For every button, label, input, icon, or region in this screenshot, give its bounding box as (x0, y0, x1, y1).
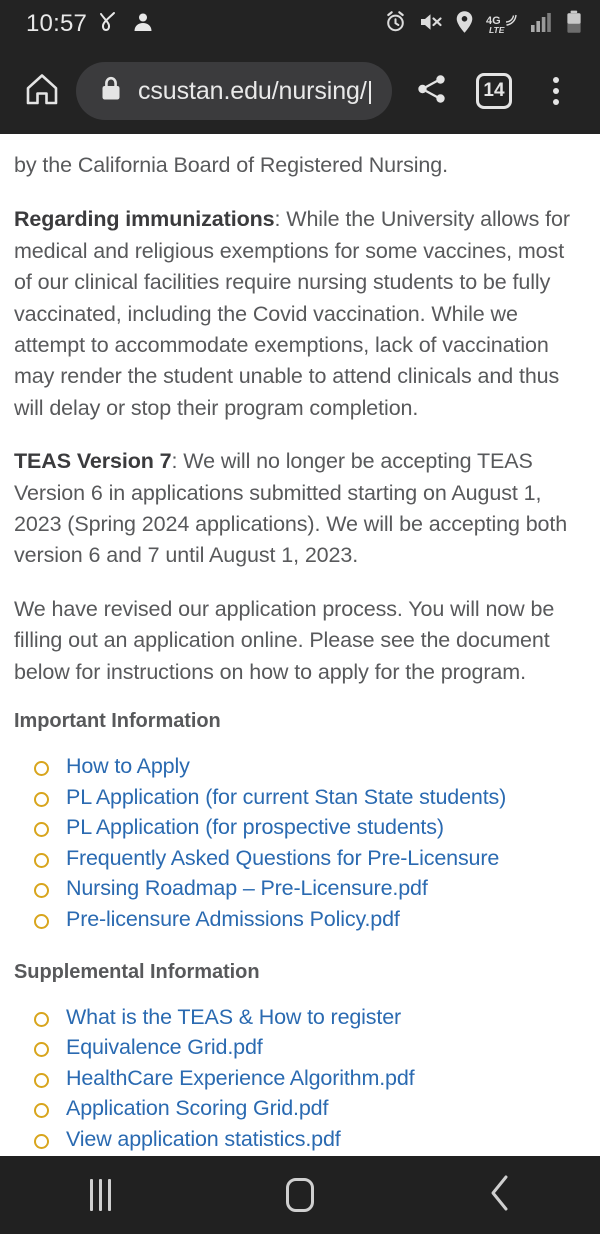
home-button[interactable] (14, 63, 70, 119)
status-bar-right: 4G LTE (384, 10, 582, 39)
overflow-menu-icon (553, 77, 559, 105)
home-nav-icon (286, 1178, 314, 1212)
list-item: Nursing Roadmap – Pre-Licensure.pdf (30, 877, 586, 902)
share-button[interactable] (404, 63, 460, 119)
paragraph-application-process: We have revised our application process.… (14, 594, 586, 688)
android-nav-bar (0, 1156, 600, 1234)
account-icon (131, 10, 155, 39)
recent-apps-button[interactable] (40, 1156, 160, 1234)
paragraph-lead-in: TEAS Version 7 (14, 449, 172, 474)
battery-icon (566, 10, 582, 39)
overflow-menu-button[interactable] (528, 63, 584, 119)
link-pl-application-prospective[interactable]: PL Application (for prospective students… (66, 815, 444, 839)
status-bar: 10:57 4G LTE (0, 0, 600, 48)
omnibox[interactable]: csustan.edu/nursing/| (76, 62, 392, 120)
scissors-icon (98, 10, 120, 39)
link-what-is-teas[interactable]: What is the TEAS & How to register (66, 1005, 401, 1029)
status-clock: 10:57 (26, 10, 88, 37)
recent-apps-icon (89, 1179, 111, 1211)
web-page-content: by the California Board of Registered Nu… (0, 134, 600, 1156)
lock-icon (100, 76, 122, 107)
lte-icon: 4G LTE (486, 12, 518, 36)
link-faq-pre-licensure[interactable]: Frequently Asked Questions for Pre-Licen… (66, 846, 499, 870)
back-chevron-icon (487, 1174, 513, 1217)
list-item: HealthCare Experience Algorithm.pdf (30, 1067, 586, 1092)
svg-text:LTE: LTE (489, 25, 505, 35)
list-item: PL Application (for prospective students… (30, 816, 586, 841)
list-item: How to Apply (30, 755, 586, 780)
phone-screen: 10:57 4G LTE csustan.edu/nursing/| 14 by… (0, 0, 600, 1234)
link-nursing-roadmap-pdf[interactable]: Nursing Roadmap – Pre-Licensure.pdf (66, 876, 428, 900)
list-item: Frequently Asked Questions for Pre-Licen… (30, 847, 586, 872)
url-text: csustan.edu/nursing/| (138, 76, 374, 105)
list-item: Pre-licensure Admissions Policy.pdf (30, 908, 586, 933)
link-application-scoring-grid-pdf[interactable]: Application Scoring Grid.pdf (66, 1096, 328, 1120)
alarm-icon (384, 10, 407, 38)
paragraph-immunizations: Regarding immunizations: While the Unive… (14, 204, 586, 424)
section-heading-supplemental-information: Supplemental Information (14, 960, 260, 983)
paragraph-intro: by the California Board of Registered Nu… (14, 150, 586, 181)
back-button[interactable] (440, 1156, 560, 1234)
list-item: View application statistics.pdf (30, 1128, 586, 1153)
signal-icon (530, 11, 554, 38)
home-nav-button[interactable] (240, 1156, 360, 1234)
link-view-application-statistics-pdf[interactable]: View application statistics.pdf (66, 1127, 341, 1151)
link-admissions-policy-pdf[interactable]: Pre-licensure Admissions Policy.pdf (66, 907, 400, 931)
link-how-to-apply[interactable]: How to Apply (66, 754, 190, 778)
location-icon (455, 10, 474, 39)
browser-toolbar: csustan.edu/nursing/| 14 (0, 48, 600, 134)
paragraph-text: by the California Board of Registered Nu… (14, 153, 448, 177)
list-item: Equivalence Grid.pdf (30, 1036, 586, 1061)
link-equivalence-grid-pdf[interactable]: Equivalence Grid.pdf (66, 1035, 263, 1059)
status-bar-left: 10:57 (26, 10, 155, 39)
link-healthcare-experience-algorithm-pdf[interactable]: HealthCare Experience Algorithm.pdf (66, 1066, 415, 1090)
home-icon (24, 71, 60, 112)
paragraph-teas: TEAS Version 7: We will no longer be acc… (14, 446, 586, 572)
tab-count-badge: 14 (476, 73, 512, 109)
tab-switcher-button[interactable]: 14 (466, 63, 522, 119)
list-item: What is the TEAS & How to register (30, 1006, 586, 1031)
paragraph-lead-in: Regarding immunizations (14, 207, 275, 232)
share-icon (415, 72, 449, 111)
link-pl-application-current[interactable]: PL Application (for current Stan State s… (66, 785, 506, 809)
mute-icon (419, 11, 443, 38)
supplemental-information-list: What is the TEAS & How to register Equiv… (30, 1006, 586, 1156)
paragraph-text: We have revised our application process.… (14, 596, 555, 684)
section-heading-important-information: Important Information (14, 710, 221, 733)
list-item: Application Scoring Grid.pdf (30, 1097, 586, 1122)
paragraph-text: : While the University allows for medica… (14, 207, 570, 420)
list-item: PL Application (for current Stan State s… (30, 786, 586, 811)
important-information-list: How to Apply PL Application (for current… (30, 755, 586, 933)
